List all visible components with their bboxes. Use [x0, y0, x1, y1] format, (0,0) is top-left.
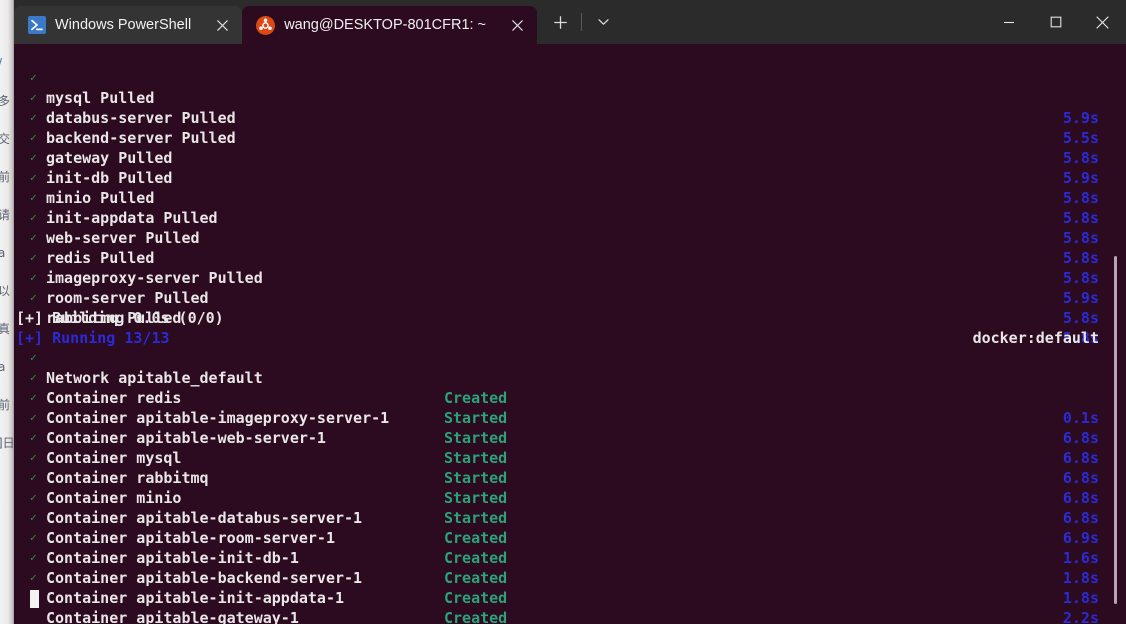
- resource-state: Created: [444, 588, 507, 608]
- pull-row: ✓ gateway Pulled 5.9s: [14, 108, 1126, 128]
- pull-row: ✓ minio Pulled 5.8s: [14, 148, 1126, 168]
- background-window-glyph: a: [0, 246, 5, 260]
- minimize-button[interactable]: [985, 0, 1032, 44]
- terminal-output[interactable]: ✓ mysql Pulled 5.9s ✓ databus-server Pul…: [14, 44, 1126, 624]
- background-window-glyph: ]日: [0, 436, 14, 450]
- tab-windows-powershell[interactable]: Windows PowerShell: [14, 6, 242, 44]
- background-window-text: / 多 交 前 请 a 以 真 a 前 ]日: [0, 44, 14, 462]
- resource-name: Container apitable-gateway-1: [46, 608, 299, 624]
- running-row: ✓ Container rabbitmq Started 6.8s: [14, 428, 1126, 448]
- background-window-glyph: a: [0, 360, 5, 374]
- terminal-scrollbar[interactable]: [1113, 44, 1118, 624]
- running-row: ✓ Container apitable-backend-server-1 Cr…: [14, 528, 1126, 548]
- new-tab-button[interactable]: [543, 5, 577, 39]
- running-row: ✓ Container apitable-init-db-1 Created 1…: [14, 508, 1126, 528]
- background-window-glyph: /: [0, 56, 2, 70]
- chevron-down-icon[interactable]: [586, 5, 620, 39]
- background-window-glyph: 多: [0, 94, 10, 108]
- tab-label: Windows PowerShell: [55, 17, 191, 33]
- titlebar: Windows PowerShell wang@DESKTOP-: [14, 0, 1126, 44]
- tab-label: wang@DESKTOP-801CFR1: ~: [284, 17, 486, 33]
- powershell-icon: [28, 16, 46, 34]
- maximize-button[interactable]: [1032, 0, 1079, 44]
- scrollbar-thumb[interactable]: [1114, 256, 1117, 604]
- running-row: ✓ Container minio Started 6.9s: [14, 448, 1126, 468]
- text-cursor: [30, 590, 39, 608]
- building-line: [+] Building 0.0s (0/0) docker:default: [14, 288, 1126, 308]
- pull-row: ✓ databus-server Pulled 5.5s: [14, 68, 1126, 88]
- running-row: ✓ Container apitable-init-appdata-1 Crea…: [14, 548, 1126, 568]
- tab-ubuntu-wsl[interactable]: wang@DESKTOP-801CFR1: ~: [242, 6, 537, 44]
- pull-row: ✓ rabbitmq Pulled 5.8s: [14, 268, 1126, 288]
- running-row: ✓ Network apitable_default Created 0.1s: [14, 328, 1126, 348]
- resource-state: Created: [444, 608, 507, 624]
- close-icon[interactable]: [208, 11, 236, 39]
- ubuntu-icon: [256, 16, 275, 35]
- close-icon[interactable]: [503, 11, 531, 39]
- running-row: ✓ Container apitable-databus-server-1 Cr…: [14, 468, 1126, 488]
- background-window-sliver[interactable]: / 多 交 前 请 a 以 真 a 前 ]日: [0, 0, 14, 624]
- background-window-glyph: 前: [0, 170, 10, 184]
- running-row: ✓ Container apitable-room-server-1 Creat…: [14, 488, 1126, 508]
- background-window-glyph: 以: [0, 284, 10, 298]
- pull-row: ✓ imageproxy-server Pulled 5.9s: [14, 228, 1126, 248]
- pull-row: ✓ backend-server Pulled 5.8s: [14, 88, 1126, 108]
- window-controls: [985, 0, 1126, 44]
- background-window-glyph: 交: [0, 132, 10, 146]
- resource-time: 1.8s: [1063, 588, 1099, 608]
- background-window-glyph: 请: [0, 208, 10, 222]
- pull-row: ✓ web-server Pulled 5.8s: [14, 188, 1126, 208]
- running-row: ✓ Container mysql Started 6.8s: [14, 408, 1126, 428]
- pull-row: ✓ redis Pulled 5.8s: [14, 208, 1126, 228]
- running-header: [+] Running 13/13: [14, 308, 1126, 328]
- resource-time: 2.2s: [1063, 608, 1099, 624]
- tab-strip: Windows PowerShell wang@DESKTOP-: [14, 0, 537, 44]
- pull-row: ✓ init-db Pulled 5.8s: [14, 128, 1126, 148]
- background-window-glyph: 真: [0, 322, 10, 336]
- close-button[interactable]: [1079, 0, 1126, 44]
- tabbar-actions: [537, 0, 620, 44]
- running-row: ✓ Container apitable-gateway-1 Created 0…: [14, 568, 1126, 588]
- running-row: ✓ Container apitable-imageproxy-server-1…: [14, 368, 1126, 388]
- background-window-glyph: 前: [0, 398, 10, 412]
- resource-name: Container apitable-init-appdata-1: [46, 588, 344, 608]
- running-row: ✓ Container apitable-web-server-1 Starte…: [14, 388, 1126, 408]
- pull-row: ✓ mysql Pulled 5.9s: [14, 48, 1126, 68]
- windows-terminal-window: Windows PowerShell wang@DESKTOP-: [14, 0, 1126, 624]
- pull-row: ✓ init-appdata Pulled 5.8s: [14, 168, 1126, 188]
- pull-row: ✓ room-server Pulled 5.8s: [14, 248, 1126, 268]
- tabbar-divider: [581, 13, 582, 31]
- running-row: ✓ Container redis Started 6.8s: [14, 348, 1126, 368]
